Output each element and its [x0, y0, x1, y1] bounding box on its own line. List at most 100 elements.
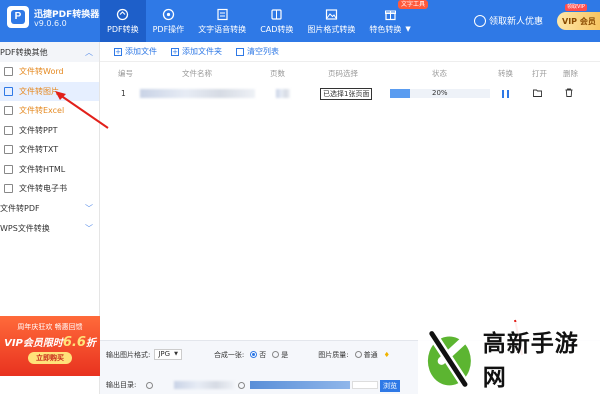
progress-fill	[390, 89, 410, 98]
sidebar-item-label: 文件转电子书	[19, 184, 67, 194]
refresh-icon	[116, 8, 129, 21]
promo-prefix: VIP会员限时	[4, 338, 63, 349]
tab-label: 特色转换	[369, 24, 402, 34]
image-icon	[325, 8, 338, 21]
sidebar-item-word[interactable]: 文件转Word	[0, 62, 99, 82]
sidebar-item-txt[interactable]: 文件转TXT	[0, 140, 99, 160]
add-file-button[interactable]: + 添加文件	[114, 46, 157, 57]
col-convert: 转换	[498, 69, 513, 78]
clear-list-label: 清空列表	[247, 47, 279, 56]
merge-yes-radio[interactable]	[272, 351, 280, 358]
vip-label: VIP 会员	[562, 16, 596, 26]
clear-icon	[236, 47, 244, 56]
sidebar-group-file-to-pdf[interactable]: 文件转PDF ﹀	[0, 198, 99, 219]
sidebar-item-html[interactable]: 文件转HTML	[0, 160, 99, 180]
gift-icon	[384, 8, 397, 21]
file-icon	[4, 184, 13, 194]
tab-pdf-operate[interactable]: PDF操作	[146, 0, 192, 42]
chevron-down-icon: ▼	[405, 25, 411, 33]
add-folder-button[interactable]: + 添加文件夹	[171, 46, 222, 57]
sidebar-item-excel[interactable]: 文件转Excel	[0, 101, 99, 121]
merge-yes-label: 是	[281, 350, 289, 359]
new-user-offer[interactable]: 领取新人优惠	[474, 14, 543, 27]
promo-line1: 周年庆狂欢 畅惠回馈	[17, 323, 83, 331]
chevron-down-icon: ▼	[174, 351, 178, 357]
settings-row-1: 输出图片格式: JPG ▼ 合成一张: 否 是 图片质量: 普通 ♦	[106, 349, 390, 360]
quality-normal-label: 普通	[363, 350, 378, 359]
tab-label: 文字语音转换	[198, 24, 247, 34]
tab-label: PDF转换	[107, 24, 139, 34]
wrench-icon	[162, 8, 175, 21]
table-row[interactable]: 1 已选择1张页面 20%	[100, 84, 600, 104]
add-file-label: 添加文件	[125, 47, 157, 56]
sidebar-item-label: 文件转PPT	[19, 125, 58, 135]
app-version: v9.0.6.0	[34, 19, 67, 28]
sidebar-item-image[interactable]: 文件转图片	[0, 81, 99, 101]
cad-icon	[270, 8, 283, 21]
output-path-blurred	[174, 381, 234, 389]
tab-cad[interactable]: CAD转换	[253, 0, 300, 42]
group-label: 文件转PDF	[0, 204, 40, 213]
sidebar-group-wps[interactable]: WPS文件转换 ﹀	[0, 218, 99, 239]
toolbar: + 添加文件 + 添加文件夹 清空列表	[100, 42, 600, 62]
file-icon	[4, 67, 13, 77]
sidebar: PDF转换其他 ︿ 文件转Word 文件转图片 文件转Excel 文件转PPT …	[0, 42, 100, 394]
output-dir-label: 输出目录:	[106, 381, 137, 389]
pages-blurred	[276, 89, 290, 98]
settings-row-2: 输出目录:	[106, 380, 136, 390]
promo-price: 6.6	[62, 335, 86, 350]
plus-icon: +	[171, 47, 179, 56]
folder-open-icon[interactable]	[533, 89, 542, 99]
custom-path-field[interactable]	[250, 381, 350, 389]
quality-normal-radio[interactable]	[354, 351, 362, 358]
buy-now-button[interactable]: 立即购买	[28, 352, 72, 364]
chevron-down-icon: ﹀	[85, 204, 93, 213]
promo-suffix: 折	[85, 338, 96, 349]
tab-label: 图片格式转换	[307, 24, 356, 34]
merge-no-radio[interactable]	[250, 351, 258, 358]
file-icon	[4, 164, 13, 174]
promo-banner[interactable]: 周年庆狂欢 畅惠回馈 VIP会员限时6.6折 立即购买	[0, 316, 100, 376]
trash-icon[interactable]	[565, 88, 573, 99]
clear-list-button[interactable]: 清空列表	[236, 46, 279, 57]
col-open: 打开	[532, 69, 547, 78]
group-label: PDF转换其他	[0, 47, 48, 57]
chevron-up-icon: ︿	[85, 47, 93, 57]
group-label: WPS文件转换	[0, 224, 50, 233]
image-file-icon	[4, 86, 13, 96]
tab-pdf-convert[interactable]: PDF转换	[100, 0, 146, 42]
output-dir-radio[interactable]	[146, 382, 153, 389]
sidebar-item-ppt[interactable]: 文件转PPT	[0, 121, 99, 141]
plus-icon: +	[114, 47, 122, 56]
sidebar-item-label: 文件转HTML	[19, 164, 66, 174]
tab-text-voice[interactable]: 文字语音转换	[191, 0, 253, 42]
vip-tag: 领取VIP	[565, 4, 587, 11]
page-select-button[interactable]: 已选择1张页面	[320, 88, 373, 100]
hot-badge: 文字工具	[398, 0, 429, 9]
tab-image-format[interactable]: 图片格式转换	[300, 0, 362, 42]
vip-button[interactable]: VIP 会员	[557, 12, 600, 30]
pause-icon[interactable]	[502, 90, 509, 98]
watermark-logo	[426, 328, 471, 390]
chevron-down-icon: ﹀	[85, 224, 93, 233]
main-nav: PDF转换 PDF操作 文字语音转换 CAD转换 图片格式转换 特色转换 ▼	[100, 0, 418, 42]
merge-no-label: 否	[259, 350, 267, 359]
format-select[interactable]: JPG ▼	[154, 349, 182, 360]
user-icon	[474, 14, 486, 27]
watermark: 高新手游网	[418, 322, 600, 394]
col-index: 编号	[118, 69, 133, 78]
sidebar-item-label: 文件转Word	[19, 67, 64, 77]
browse-button[interactable]: 浏览	[380, 380, 400, 392]
new-user-offer-label: 领取新人优惠	[489, 17, 544, 27]
tab-label: CAD转换	[260, 24, 294, 34]
app-header: P 迅捷PDF转换器 v9.0.6.0 PDF转换 PDF操作 文字语音转换 C…	[0, 0, 600, 42]
quality-label: 图片质量:	[318, 350, 349, 359]
custom-dir-radio[interactable]	[238, 382, 245, 389]
sidebar-group-pdf-convert-other[interactable]: PDF转换其他 ︿	[0, 42, 99, 62]
file-icon	[4, 125, 13, 135]
row-index: 1	[121, 89, 126, 98]
sidebar-item-label: 文件转TXT	[19, 145, 59, 155]
crown-icon: ♦	[383, 350, 390, 359]
sidebar-item-ebook[interactable]: 文件转电子书	[0, 179, 99, 199]
custom-path-input[interactable]	[352, 381, 378, 389]
